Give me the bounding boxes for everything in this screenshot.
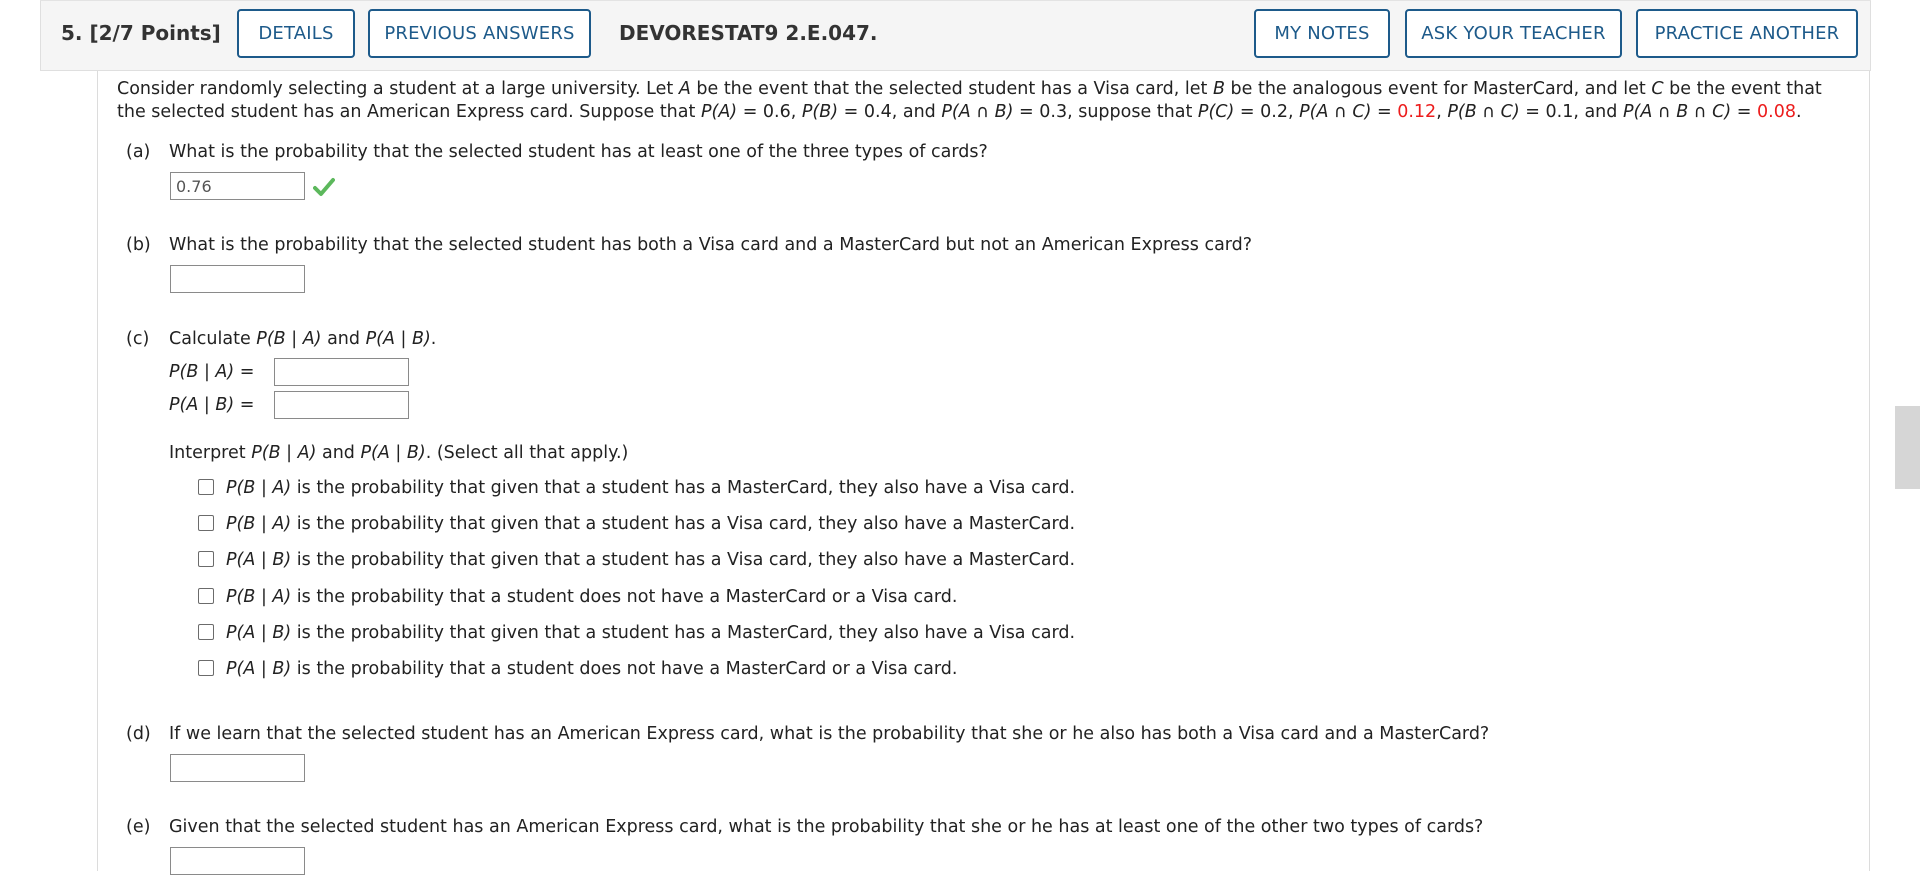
interpret-prompt: Interpret P(B | A) and P(A | B). (Select… xyxy=(169,443,629,463)
part-d-letter: (d) xyxy=(126,724,151,744)
p-b-given-a-input[interactable] xyxy=(274,358,409,386)
part-c-question: Calculate P(B | A) and P(A | B). xyxy=(169,329,437,349)
part-b-question: What is the probability that the selecte… xyxy=(169,235,1253,255)
option-4-label: P(B | A) is the probability that a stude… xyxy=(226,587,958,607)
assignment-code: DEVORESTAT9 2.E.047. xyxy=(619,21,878,45)
option-5-label: P(A | B) is the probability that given t… xyxy=(226,623,1076,643)
part-c-letter: (c) xyxy=(126,329,150,349)
part-b-letter: (b) xyxy=(126,235,151,255)
label-p-b-given-a: P(B | A) = xyxy=(169,362,255,382)
question-content-frame xyxy=(97,71,1870,871)
part-e-answer-input[interactable] xyxy=(170,847,305,875)
previous-answers-button[interactable]: PREVIOUS ANSWERS xyxy=(368,9,591,58)
practice-another-button[interactable]: PRACTICE ANOTHER xyxy=(1636,9,1858,58)
option-3-label: P(A | B) is the probability that given t… xyxy=(226,550,1076,570)
part-d-answer-input[interactable] xyxy=(170,754,305,782)
check-icon xyxy=(313,178,335,196)
option-4-checkbox[interactable] xyxy=(198,588,214,604)
given-value-ac: 0.12 xyxy=(1397,102,1437,122)
ask-your-teacher-button[interactable]: ASK YOUR TEACHER xyxy=(1405,9,1622,58)
part-a-question: What is the probability that the selecte… xyxy=(169,142,988,162)
p-a-given-b-input[interactable] xyxy=(274,391,409,419)
part-e-question: Given that the selected student has an A… xyxy=(169,817,1484,837)
part-d-question: If we learn that the selected student ha… xyxy=(169,724,1490,744)
question-header: 5. [2/7 Points] DETAILS PREVIOUS ANSWERS… xyxy=(40,1,1871,71)
problem-statement: Consider randomly selecting a student at… xyxy=(117,79,1822,122)
option-6-label: P(A | B) is the probability that a stude… xyxy=(226,659,958,679)
details-button[interactable]: DETAILS xyxy=(237,9,355,58)
option-6-checkbox[interactable] xyxy=(198,660,214,676)
question-number: 5. [2/7 Points] xyxy=(61,21,221,45)
option-2-checkbox[interactable] xyxy=(198,515,214,531)
given-value-abc: 0.08 xyxy=(1757,102,1796,122)
scrollbar-thumb[interactable] xyxy=(1895,406,1920,489)
part-b-answer-input[interactable] xyxy=(170,265,305,293)
part-a-answer-input[interactable] xyxy=(170,172,305,200)
my-notes-button[interactable]: MY NOTES xyxy=(1254,9,1390,58)
option-1-checkbox[interactable] xyxy=(198,479,214,495)
part-a-letter: (a) xyxy=(126,142,151,162)
option-3-checkbox[interactable] xyxy=(198,551,214,567)
option-2-label: P(B | A) is the probability that given t… xyxy=(226,514,1076,534)
label-p-a-given-b: P(A | B) = xyxy=(169,395,255,415)
part-e-letter: (e) xyxy=(126,817,151,837)
option-5-checkbox[interactable] xyxy=(198,624,214,640)
option-1-label: P(B | A) is the probability that given t… xyxy=(226,478,1076,498)
